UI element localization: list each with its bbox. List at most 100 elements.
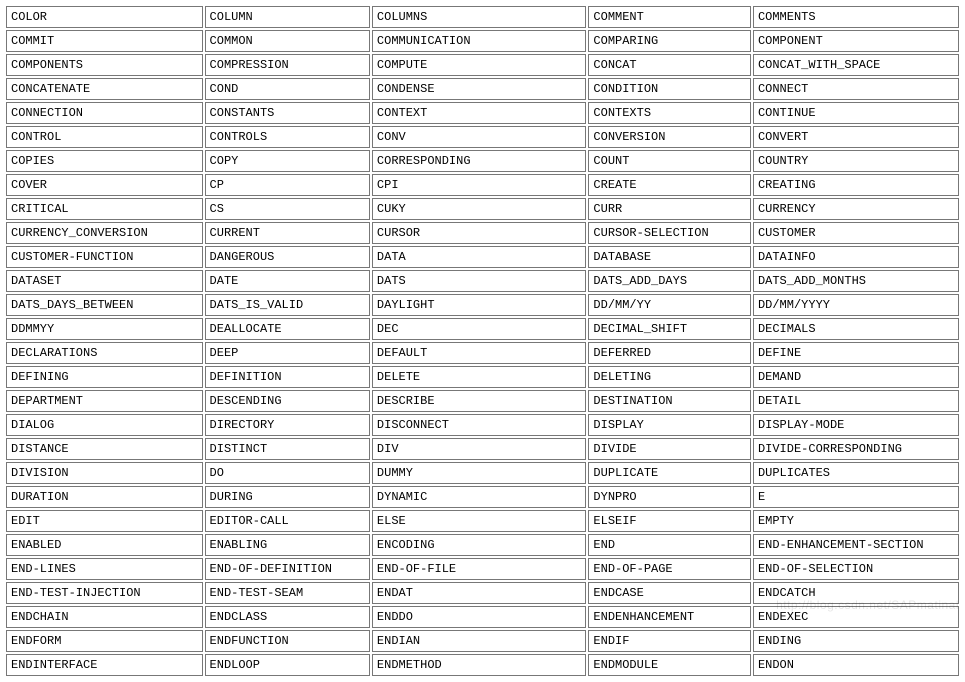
table-cell: CONVERSION [588, 126, 751, 148]
table-cell: DEFINE [753, 342, 959, 364]
table-row: CONCATENATECONDCONDENSECONDITIONCONNECT [6, 78, 959, 100]
table-row: DECLARATIONSDEEPDEFAULTDEFERREDDEFINE [6, 342, 959, 364]
table-cell: DURING [205, 486, 370, 508]
table-row: COMPONENTSCOMPRESSIONCOMPUTECONCATCONCAT… [6, 54, 959, 76]
table-cell: CONTEXT [372, 102, 587, 124]
table-row: DDMMYYDEALLOCATEDECDECIMAL_SHIFTDECIMALS [6, 318, 959, 340]
table-cell: DANGEROUS [205, 246, 370, 268]
table-cell: END-TEST-SEAM [205, 582, 370, 604]
table-cell: DIALOG [6, 414, 203, 436]
table-cell: DIVIDE-CORRESPONDING [753, 438, 959, 460]
table-cell: ENDAT [372, 582, 587, 604]
table-cell: CONCATENATE [6, 78, 203, 100]
table-cell: CONTINUE [753, 102, 959, 124]
table-cell: DIVIDE [588, 438, 751, 460]
table-row: DIALOGDIRECTORYDISCONNECTDISPLAYDISPLAY-… [6, 414, 959, 436]
table-cell: ELSE [372, 510, 587, 532]
table-cell: DEFINING [6, 366, 203, 388]
table-cell: END-ENHANCEMENT-SECTION [753, 534, 959, 556]
table-cell: COMPONENTS [6, 54, 203, 76]
table-cell: DIRECTORY [205, 414, 370, 436]
table-cell: END-OF-DEFINITION [205, 558, 370, 580]
table-cell: CONCAT [588, 54, 751, 76]
table-cell: DYNAMIC [372, 486, 587, 508]
table-cell: DO [205, 462, 370, 484]
table-cell: COLUMN [205, 6, 370, 28]
table-cell: ENDCHAIN [6, 606, 203, 628]
table-cell: DEEP [205, 342, 370, 364]
table-row: CONTROLCONTROLSCONVCONVERSIONCONVERT [6, 126, 959, 148]
table-cell: ENDCATCH [753, 582, 959, 604]
table-cell: DISPLAY [588, 414, 751, 436]
table-cell: EMPTY [753, 510, 959, 532]
table-cell: DATS [372, 270, 587, 292]
table-cell: COPIES [6, 150, 203, 172]
table-cell: CURR [588, 198, 751, 220]
table-cell: COND [205, 78, 370, 100]
table-cell: DISCONNECT [372, 414, 587, 436]
table-cell: DEALLOCATE [205, 318, 370, 340]
table-cell: DATS_ADD_DAYS [588, 270, 751, 292]
table-cell: END-TEST-INJECTION [6, 582, 203, 604]
table-cell: CUSTOMER-FUNCTION [6, 246, 203, 268]
table-cell: COMMIT [6, 30, 203, 52]
table-cell: DATS_IS_VALID [205, 294, 370, 316]
table-cell: CONNECT [753, 78, 959, 100]
table-cell: DEMAND [753, 366, 959, 388]
table-row: CUSTOMER-FUNCTIONDANGEROUSDATADATABASEDA… [6, 246, 959, 268]
table-cell: DUPLICATES [753, 462, 959, 484]
table-cell: DESTINATION [588, 390, 751, 412]
table-row: DATASETDATEDATSDATS_ADD_DAYSDATS_ADD_MON… [6, 270, 959, 292]
table-cell: CONTROL [6, 126, 203, 148]
table-cell: CURSOR [372, 222, 587, 244]
table-cell: COMPRESSION [205, 54, 370, 76]
table-cell: ENDIAN [372, 630, 587, 652]
table-cell: ENDENHANCEMENT [588, 606, 751, 628]
table-cell: ENABLING [205, 534, 370, 556]
table-cell: CONV [372, 126, 587, 148]
table-cell: DISPLAY-MODE [753, 414, 959, 436]
table-cell: DECIMAL_SHIFT [588, 318, 751, 340]
table-cell: COLUMNS [372, 6, 587, 28]
table-cell: EDITOR-CALL [205, 510, 370, 532]
table-cell: CUSTOMER [753, 222, 959, 244]
table-row: END-LINESEND-OF-DEFINITIONEND-OF-FILEEND… [6, 558, 959, 580]
table-cell: ENDING [753, 630, 959, 652]
table-cell: DATS_DAYS_BETWEEN [6, 294, 203, 316]
table-cell: ENDDO [372, 606, 587, 628]
table-cell: CONTEXTS [588, 102, 751, 124]
table-row: ENABLEDENABLINGENCODINGENDEND-ENHANCEMEN… [6, 534, 959, 556]
table-cell: COUNTRY [753, 150, 959, 172]
table-row: END-TEST-INJECTIONEND-TEST-SEAMENDAT ENDC… [6, 582, 959, 604]
table-cell: COMPUTE [372, 54, 587, 76]
table-cell: ENDINTERFACE [6, 654, 203, 676]
table-row: ENDCHAINENDCLASSENDDOENDENHANCEMENTENDEX… [6, 606, 959, 628]
table-cell: DIV [372, 438, 587, 460]
table-cell: CP [205, 174, 370, 196]
table-cell: ELSEIF [588, 510, 751, 532]
table-cell: CONCAT_WITH_SPACE [753, 54, 959, 76]
table-cell: ENDMODULE [588, 654, 751, 676]
table-row: COPIESCOPYCORRESPONDINGCOUNTCOUNTRY [6, 150, 959, 172]
table-cell: DATA [372, 246, 587, 268]
table-cell: ENDON [753, 654, 959, 676]
table-cell: DISTINCT [205, 438, 370, 460]
table-cell: CONSTANTS [205, 102, 370, 124]
table-cell: DISTANCE [6, 438, 203, 460]
table-cell: DAYLIGHT [372, 294, 587, 316]
table-row: COLORCOLUMNCOLUMNSCOMMENTCOMMENTS [6, 6, 959, 28]
table-cell: DATE [205, 270, 370, 292]
table-cell: ENABLED [6, 534, 203, 556]
table-cell: DEFAULT [372, 342, 587, 364]
table-cell: CURRENT [205, 222, 370, 244]
table-cell: CORRESPONDING [372, 150, 587, 172]
table-cell: DIVISION [6, 462, 203, 484]
table-row: EDITEDITOR-CALLELSEELSEIFEMPTY [6, 510, 959, 532]
table-cell: E [753, 486, 959, 508]
table-cell: DUMMY [372, 462, 587, 484]
table-cell: END-OF-SELECTION [753, 558, 959, 580]
table-cell: COLOR [6, 6, 203, 28]
table-cell: DEFINITION [205, 366, 370, 388]
table-cell: ENDFORM [6, 630, 203, 652]
table-cell: COMMON [205, 30, 370, 52]
